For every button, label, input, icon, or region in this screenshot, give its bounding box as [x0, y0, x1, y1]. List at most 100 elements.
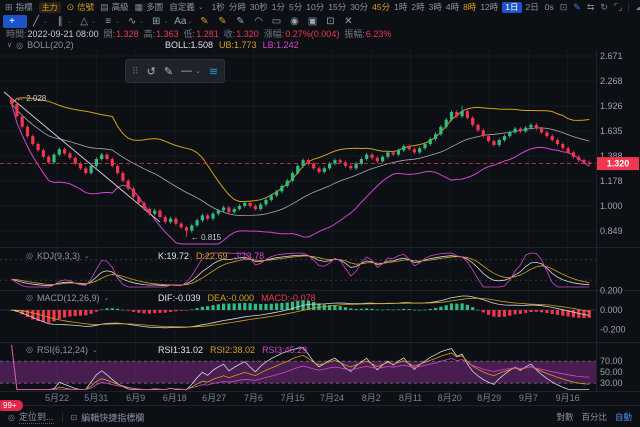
parallel-channel-tool[interactable]: ∥⌄	[51, 15, 75, 28]
eye-icon[interactable]: ◎	[26, 345, 33, 354]
rsi-name[interactable]: RSI(6,12,24)	[37, 345, 88, 355]
timeframe-5分[interactable]: 5分	[289, 1, 302, 13]
svg-text:30.00: 30.00	[600, 378, 623, 388]
compare-icon[interactable]: ⇆	[587, 2, 595, 13]
timeframe-12時[interactable]: 12時	[480, 1, 498, 13]
rsi-header: ◎ RSI(6,12,24) ⌄ RSI1:31.02 RSI2:38.02 R…	[26, 344, 307, 355]
timeframe-4時[interactable]: 4時	[446, 1, 459, 13]
brush-tool-icon: ✎	[198, 15, 210, 28]
chevron-down-icon[interactable]: ⌄	[163, 18, 168, 25]
timeframe-3時[interactable]: 3時	[429, 1, 442, 13]
kdj-j-value: J:13.78	[235, 251, 265, 261]
log-scale-toggle[interactable]: 對數	[556, 411, 573, 423]
undo-icon[interactable]: ↺	[147, 65, 156, 78]
chevron-down-icon[interactable]: ⌄	[43, 18, 48, 25]
timeframe-10分[interactable]: 10分	[306, 1, 324, 13]
svg-text:7月15: 7月15	[281, 393, 305, 403]
advanced-label: 高級	[112, 1, 129, 13]
timeframe-45分[interactable]: 45分	[372, 1, 390, 13]
trendline-tool[interactable]: ╱⌄	[27, 15, 51, 28]
macd-name[interactable]: MACD(12,26,9)	[37, 293, 100, 303]
multi-chart-icon: ▦	[135, 2, 144, 13]
timeframe-2日[interactable]: 2日	[526, 1, 539, 13]
edit-icon: ⊡	[71, 413, 78, 422]
timeframe-8時[interactable]: 8時	[463, 1, 476, 13]
reload-icon[interactable]: ↻	[600, 2, 608, 13]
timeframe-分時[interactable]: 分時	[229, 1, 246, 13]
svg-text:← 0.815: ← 0.815	[191, 233, 222, 242]
percent-scale-toggle[interactable]: 百分比	[581, 411, 607, 423]
boll-name[interactable]: BOLL(20,2)	[27, 40, 74, 50]
svg-text:9月7: 9月7	[519, 393, 538, 403]
macd-header: ◎ MACD(12,26,9) ⌄ DIF:-0.039 DEA:-0.000 …	[26, 292, 316, 303]
ohlc-info-row: 時間: 2022-09-21 08:00 開: 1.328 高: 1.363 低…	[0, 28, 640, 39]
close-label: 收:	[224, 27, 236, 40]
signal-menu[interactable]: ⊙ 信號	[67, 1, 95, 13]
timeframe-15分[interactable]: 15分	[328, 1, 346, 13]
collapse-chevron-icon[interactable]: ∨	[7, 41, 12, 49]
scale-toggles: 對數 百分比 自動	[556, 411, 632, 423]
eye-icon[interactable]: ◎	[26, 293, 33, 302]
eye-icon[interactable]: ◎	[16, 41, 23, 50]
timeframe-2時[interactable]: 2時	[411, 1, 424, 13]
chevron-down-icon[interactable]: ⌄	[115, 18, 120, 25]
open-value: 1.328	[116, 29, 139, 39]
indicator-menu[interactable]: ⊞ 指標	[5, 1, 33, 13]
locate-link[interactable]: 定位到...	[19, 410, 54, 424]
high-value: 1.363	[156, 29, 179, 39]
timeframe-30秒[interactable]: 30秒	[250, 1, 268, 13]
custom-menu[interactable]: 自定義 ⌄	[169, 1, 203, 13]
timeframe-30分[interactable]: 30分	[350, 1, 368, 13]
timeframe-1時[interactable]: 1時	[394, 1, 407, 13]
chart-canvas[interactable]: 5月225月316月96月186月277月67月157月248月28月118月2…	[0, 0, 640, 427]
camera-icon[interactable]: ⊡	[560, 2, 568, 13]
lock-tool[interactable]: ◉	[285, 15, 303, 28]
svg-text:6月9: 6月9	[126, 393, 145, 403]
fullscreen-icon[interactable]: ⌜⌟	[614, 2, 622, 13]
svg-text:8月29: 8月29	[477, 393, 501, 403]
chevron-down-icon[interactable]: ⌄	[67, 18, 72, 25]
pitchfork-tool[interactable]: △⌄	[75, 15, 99, 28]
pencil-icon[interactable]: ✎	[164, 65, 173, 78]
timeframe-1秒[interactable]: 1秒	[212, 1, 225, 13]
divider	[628, 3, 629, 12]
timeframe-1分[interactable]: 1分	[272, 1, 285, 13]
multi-chart-menu[interactable]: ▦ 多圖	[135, 1, 164, 13]
chevron-down-icon[interactable]: ⌄	[92, 346, 98, 354]
amplitude-value: 6.23%	[366, 29, 392, 39]
magnet-icon[interactable]: ≋	[209, 65, 218, 78]
edit-tool[interactable]: ⊡	[321, 15, 339, 28]
svg-text:6月18: 6月18	[163, 393, 187, 403]
svg-text:1.320: 1.320	[607, 159, 630, 169]
advanced-menu[interactable]: ▤ 高級	[100, 1, 129, 13]
eye-icon[interactable]: ◎	[26, 251, 33, 260]
main-force-badge[interactable]: 主力	[39, 2, 61, 13]
locate-icon: ◎	[8, 413, 15, 422]
chevron-down-icon[interactable]: ⌄	[104, 294, 110, 302]
drag-handle-icon[interactable]: ⠿	[132, 66, 139, 77]
layers-tool[interactable]: ▣	[303, 15, 321, 28]
edit-shortcut-link[interactable]: 編輯快捷指標欄	[81, 411, 144, 424]
boll-mid-value: BOLL:1.508	[165, 40, 213, 50]
kdj-name[interactable]: KDJ(9,3,3)	[37, 251, 80, 261]
brush-tool[interactable]: ✎	[195, 15, 213, 28]
macd-dif-value: DIF:-0.039	[158, 293, 201, 303]
chevron-down-icon[interactable]: ⌄	[187, 18, 192, 25]
chevron-down-icon[interactable]: ⌄	[91, 18, 96, 25]
countdown-timer: 0s	[545, 2, 554, 12]
svg-text:8月2: 8月2	[362, 393, 381, 403]
chevron-down-icon[interactable]: ⌄	[19, 18, 24, 25]
status-bar: ◎ 定位到... ⊡ 編輯快捷指標欄 對數 百分比 自動	[0, 405, 640, 427]
chevron-down-icon[interactable]: ⌄	[139, 18, 144, 25]
boll-lb-value: LB:1.242	[263, 40, 299, 50]
layout-name-menu[interactable]: ☁ 未命名 ⌄	[635, 1, 640, 13]
draw-mode-icon[interactable]: ✎	[573, 2, 581, 13]
close-value: 1.320	[236, 29, 259, 39]
signal-icon: ⊙	[67, 2, 75, 13]
line-style-select[interactable]: — ⌄	[181, 65, 201, 77]
auto-scale-toggle[interactable]: 自動	[615, 411, 632, 423]
chevron-down-icon[interactable]: ⌄	[84, 252, 90, 260]
svg-text:0.200: 0.200	[600, 285, 623, 295]
svg-text:← 2.028: ← 2.028	[16, 94, 47, 103]
timeframe-1日[interactable]: 1日	[502, 2, 521, 13]
